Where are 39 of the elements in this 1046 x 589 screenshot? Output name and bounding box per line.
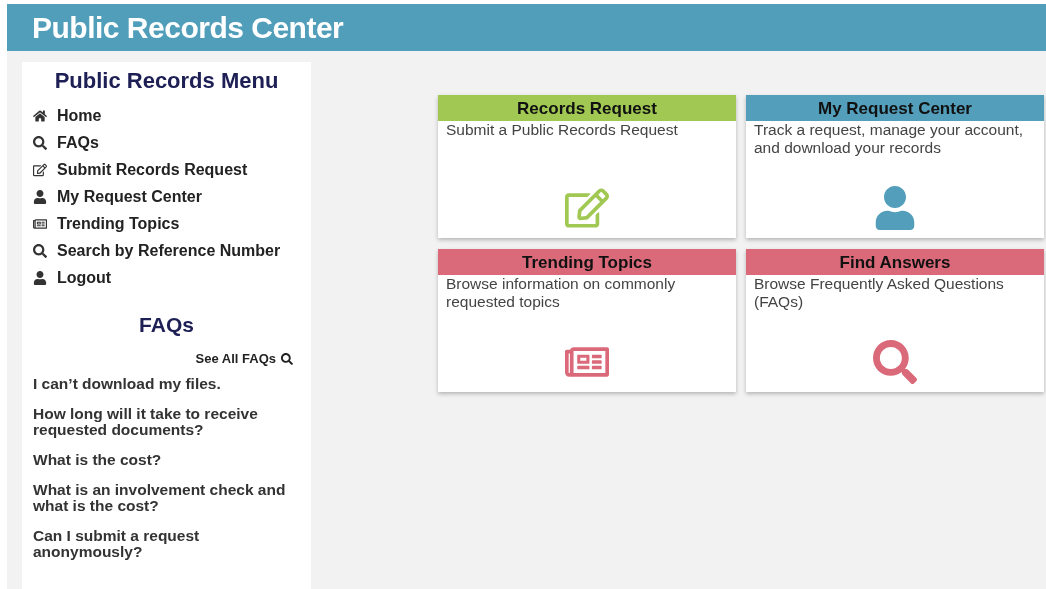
see-all-faqs-link[interactable]: See All FAQs (195, 351, 293, 366)
search-icon (281, 352, 293, 365)
faqs-title: FAQs (138, 313, 195, 337)
menu-title: Public Records Menu (53, 68, 280, 94)
user-icon (33, 189, 47, 204)
faq-link[interactable]: I can’t download my files. (33, 376, 298, 392)
tile-header: Trending Topics (438, 249, 736, 275)
tile-header: Records Request (438, 95, 736, 121)
user-icon (873, 186, 917, 230)
menu-item[interactable]: Home (33, 102, 102, 129)
faq-link[interactable]: What is an involvement check and what is the cost? (33, 482, 298, 514)
edit-icon (565, 186, 609, 230)
tile-header: Find Answers (746, 249, 1044, 275)
tile-description: Track a request, manage your account, and download your records (753, 121, 1025, 157)
tile-description: Browse Frequently Asked Questions (FAQs) (753, 275, 1005, 311)
tile-description: Submit a Public Records Request (445, 121, 679, 139)
edit-icon (33, 162, 47, 177)
faq-link[interactable]: What is the cost? (33, 452, 298, 468)
tile-description: Browse information on commonly requested topics (445, 275, 677, 311)
faq-link[interactable]: How long will it take to receive requested documents? (33, 406, 298, 438)
menu-item[interactable]: Trending Topics (33, 210, 180, 237)
faq-link[interactable]: Can I submit a request anonymously? (33, 528, 298, 560)
menu-item[interactable]: FAQs (33, 129, 99, 156)
menu-item[interactable]: Submit Records Request (33, 156, 248, 183)
tile-card[interactable]: Find Answers Browse Frequently Asked Questions (FAQs) (746, 249, 1044, 392)
menu-item[interactable]: Search by Reference Number (33, 237, 281, 264)
tile-card[interactable]: Records Request Submit a Public Records Request (438, 95, 736, 238)
menu-item[interactable]: My Request Center (33, 183, 202, 210)
site-title: Public Records Center (32, 10, 344, 45)
search-icon (873, 340, 917, 384)
tile-card[interactable]: Trending Topics Browse information on commonly requested topics (438, 249, 736, 392)
tile-header: My Request Center (746, 95, 1044, 121)
search-icon (33, 135, 47, 150)
newspaper-icon (33, 216, 47, 231)
menu-item[interactable]: Logout (33, 264, 112, 291)
search-icon (33, 243, 47, 258)
user-icon (33, 270, 47, 285)
tile-card[interactable]: My Request Center Track a request, manage your account, and download your records (746, 95, 1044, 238)
home-icon (33, 108, 47, 123)
